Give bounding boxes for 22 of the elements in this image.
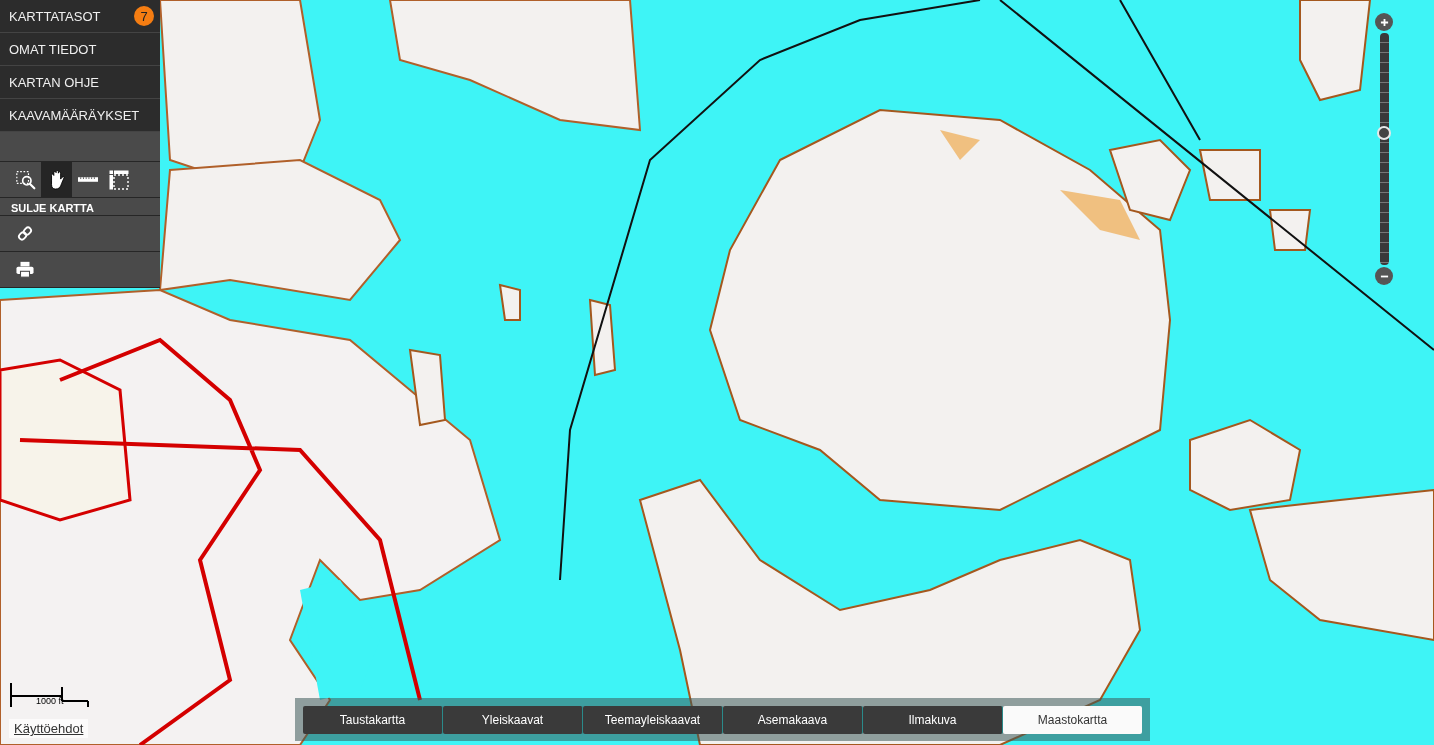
terms-link[interactable]: Käyttöehdot xyxy=(9,719,89,738)
count-badge: 7 xyxy=(134,6,154,26)
menu-item[interactable]: OMAT TIEDOT xyxy=(0,33,160,66)
close-map-button[interactable]: SULJE KARTTA xyxy=(0,198,160,216)
base-map-tab[interactable]: Yleiskaavat xyxy=(443,706,583,734)
base-map-tab[interactable]: Taustakartta xyxy=(303,706,443,734)
ruler-icon xyxy=(77,177,98,182)
zoom-slider-track[interactable] xyxy=(1379,33,1389,265)
base-map-tab[interactable]: Maastokartta xyxy=(1003,706,1142,734)
base-map-tab[interactable]: Teemayleiskaavat xyxy=(583,706,723,734)
link-icon xyxy=(16,225,34,242)
plus-icon xyxy=(1379,17,1389,27)
menu-item[interactable]: KAAVAMÄÄRÄYKSET xyxy=(0,99,160,132)
menu-item[interactable]: KARTAN OHJE xyxy=(0,66,160,99)
base-map-tab[interactable]: Asemakaava xyxy=(723,706,863,734)
map-drawing[interactable] xyxy=(0,0,1434,745)
area-ruler-icon xyxy=(108,169,129,190)
zoom-box-icon xyxy=(15,169,36,190)
printer-icon xyxy=(16,261,34,278)
base-map-tab[interactable]: Ilmakuva xyxy=(863,706,1003,734)
pan-tool[interactable] xyxy=(41,162,72,197)
menu-item[interactable]: KARTTATASOT 7 xyxy=(0,0,160,33)
